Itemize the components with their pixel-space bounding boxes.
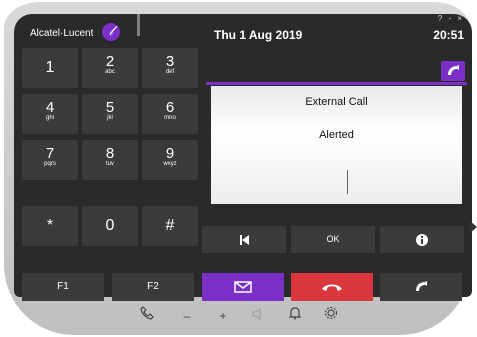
key-digit: 9 xyxy=(165,145,175,162)
key-digit: 2 xyxy=(105,53,115,70)
key-9[interactable]: 9 wxyz xyxy=(142,140,198,180)
key-digit: 8 xyxy=(105,145,115,162)
key-hash[interactable]: # xyxy=(142,206,198,246)
next-arrow-icon[interactable] xyxy=(470,221,477,233)
key-7[interactable]: 7 pqrs xyxy=(22,140,78,180)
key-digit: # xyxy=(165,217,175,234)
f2-button[interactable]: F2 xyxy=(112,273,194,301)
brand-logo-icon: 𝓁 xyxy=(102,23,120,41)
key-5[interactable]: 5 jkl xyxy=(82,94,138,134)
accent-line xyxy=(206,82,467,85)
ok-button[interactable]: OK xyxy=(291,226,375,253)
pickup-icon xyxy=(416,280,427,291)
info-button[interactable] xyxy=(380,226,464,253)
call-panel: External Call Alerted xyxy=(211,86,462,204)
key-6[interactable]: 6 mno xyxy=(142,94,198,134)
key-digit: 3 xyxy=(165,53,175,70)
key-digit: 0 xyxy=(105,217,115,234)
key-letters: pqrs xyxy=(44,161,56,167)
hangup-button[interactable] xyxy=(291,273,373,301)
key-4[interactable]: 4 ghi xyxy=(22,94,78,134)
key-letters: jkl xyxy=(107,115,113,121)
key-letters: def xyxy=(165,69,175,75)
key-digit: 6 xyxy=(165,99,175,116)
key-letters: wxyz xyxy=(163,161,177,167)
f1-button[interactable]: F1 xyxy=(22,273,104,301)
minus-icon[interactable]: – xyxy=(179,306,195,326)
window-controls[interactable]: ? - × xyxy=(438,14,464,23)
date-label: Thu 1 Aug 2019 xyxy=(214,28,303,42)
message-icon xyxy=(234,281,252,293)
key-3[interactable]: 3 def xyxy=(142,48,198,88)
bottom-bar: – + xyxy=(139,306,354,326)
top-bar: Alcatel·Lucent 𝓁 Thu 1 Aug 2019 ? - × 20… xyxy=(14,14,472,48)
key-star[interactable]: * xyxy=(22,206,78,246)
screen-notch xyxy=(137,14,140,36)
text-cursor xyxy=(347,170,348,194)
skip-back-icon xyxy=(240,234,249,245)
handset-icon[interactable] xyxy=(441,61,465,81)
gear-icon[interactable] xyxy=(323,306,339,326)
key-digit: 4 xyxy=(45,99,55,116)
key-digit: 7 xyxy=(45,145,55,162)
time-label: 20:51 xyxy=(433,28,464,42)
message-button[interactable] xyxy=(202,273,284,301)
key-letters: mno xyxy=(164,115,176,121)
skip-back-button[interactable] xyxy=(202,226,286,253)
key-digit: 1 xyxy=(45,59,55,76)
key-0[interactable]: 0 xyxy=(82,206,138,246)
key-digit: 5 xyxy=(105,99,115,116)
brand-name: Alcatel·Lucent xyxy=(30,28,94,39)
key-2[interactable]: 2 abc xyxy=(82,48,138,88)
key-letters: ghi xyxy=(45,115,54,121)
handset-small-icon[interactable] xyxy=(139,306,155,326)
info-icon xyxy=(416,233,428,246)
phone-device: Alcatel·Lucent 𝓁 Thu 1 Aug 2019 ? - × 20… xyxy=(4,2,477,335)
key-letters: tuv xyxy=(105,161,114,167)
speaker-icon[interactable] xyxy=(251,306,267,326)
hangup-icon xyxy=(322,284,342,291)
call-header xyxy=(206,58,467,85)
key-digit: * xyxy=(46,217,54,234)
call-status-label: Alerted xyxy=(319,129,354,141)
call-type-label: External Call xyxy=(305,96,368,108)
key-letters: abc xyxy=(105,69,115,75)
key-8[interactable]: 8 tuv xyxy=(82,140,138,180)
phone-screen: Alcatel·Lucent 𝓁 Thu 1 Aug 2019 ? - × 20… xyxy=(14,14,472,301)
bell-icon[interactable] xyxy=(287,306,303,326)
plus-icon[interactable]: + xyxy=(215,306,231,326)
pickup-button[interactable] xyxy=(380,273,462,301)
key-1[interactable]: 1 xyxy=(22,48,78,88)
